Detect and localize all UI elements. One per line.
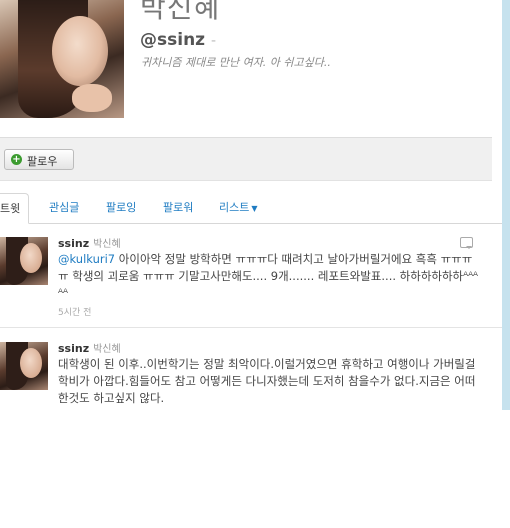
tab-tweets-label: 트윗 bbox=[0, 202, 21, 215]
follow-bar: + 팔로우 bbox=[0, 137, 492, 181]
tab-followers-label: 팔로워 bbox=[163, 201, 194, 214]
profile-bio: 귀차니즘 제대로 만난 여자. 아 쉬고싶다.. bbox=[141, 56, 331, 69]
screen-name-suffix: - bbox=[210, 33, 217, 49]
tweet-username: ssinz bbox=[58, 342, 90, 355]
caret-down-icon: ▼ bbox=[251, 203, 258, 213]
profile-page: 박신혜 @ssinz - 귀차니즘 제대로 만난 여자. 아 쉬고싶다.. + … bbox=[0, 0, 510, 528]
tweet-avatar[interactable] bbox=[0, 237, 48, 285]
tab-followers[interactable]: 팔로워 bbox=[163, 193, 193, 222]
tweet-text: 대학생이 된 이후..이번학기는 정말 최악이다.이럴거였으면 휴학하고 여행이… bbox=[58, 357, 476, 405]
screen-name-text: @ssinz bbox=[140, 30, 206, 50]
tab-following-label: 팔로잉 bbox=[106, 201, 137, 214]
tweet-author[interactable]: ssinz 박신혜 bbox=[58, 340, 121, 355]
follow-button[interactable]: + 팔로우 bbox=[4, 149, 74, 170]
tweet-author[interactable]: ssinz 박신혜 bbox=[58, 235, 121, 250]
profile-screen-name: @ssinz - bbox=[140, 30, 216, 50]
tweet[interactable]: ssinz 박신혜 대학생이 된 이후..이번학기는 정말 최악이다.이럴거였으면… bbox=[0, 336, 502, 426]
profile-tabs: 트윗 관심글 팔로잉 팔로워 리스트 ▼ bbox=[0, 193, 502, 224]
right-rail bbox=[502, 0, 510, 410]
tweet-body: 아이아악 정말 방학하면 ㅠㅠㅠ다 때려치고 날아가버릴거에요 흑흑 ㅠㅠㅠㅠ … bbox=[58, 252, 478, 300]
tweet-mention[interactable]: @kulkuri7 bbox=[58, 252, 115, 266]
tweet[interactable]: ssinz 박신혜 @kulkuri7 아이아악 정말 방학하면 ㅠㅠㅠ다 때려치… bbox=[0, 231, 502, 328]
tweet-username: ssinz bbox=[58, 237, 90, 250]
tab-favorites-label: 관심글 bbox=[49, 201, 80, 214]
plus-icon: + bbox=[11, 154, 22, 165]
tab-lists-label: 리스트 bbox=[219, 201, 250, 214]
tweet-timestamp[interactable]: 5시간 전 bbox=[58, 305, 91, 318]
tab-tweets[interactable]: 트윗 bbox=[0, 193, 30, 224]
tweet-text: @kulkuri7 아이아악 정말 방학하면 ㅠㅠㅠ다 때려치고 날아가버릴거에… bbox=[58, 251, 482, 302]
tab-lists[interactable]: 리스트 ▼ bbox=[219, 193, 258, 222]
tab-following[interactable]: 팔로잉 bbox=[106, 193, 136, 222]
profile-name: 박신혜 bbox=[140, 0, 221, 24]
tweet-avatar[interactable] bbox=[0, 342, 48, 390]
profile-avatar[interactable] bbox=[0, 0, 124, 118]
tab-favorites[interactable]: 관심글 bbox=[49, 193, 79, 222]
profile-header: 박신혜 @ssinz - 귀차니즘 제대로 만난 여자. 아 쉬고싶다.. bbox=[0, 0, 502, 135]
follow-button-label: 팔로우 bbox=[27, 155, 58, 168]
tweet-fullname: 박신혜 bbox=[93, 344, 121, 355]
reply-icon[interactable] bbox=[460, 237, 473, 249]
tweet-fullname: 박신혜 bbox=[93, 239, 121, 250]
